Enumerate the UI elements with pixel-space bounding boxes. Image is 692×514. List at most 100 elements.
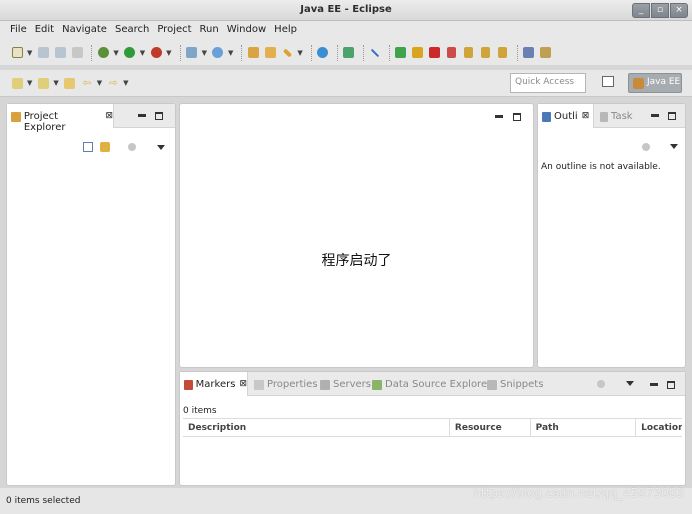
tab-label: Snippets [500,379,544,390]
new-icon[interactable] [10,46,24,60]
minimize-icon[interactable] [651,114,659,117]
resume-icon[interactable] [394,46,408,60]
menu-file[interactable]: File [6,21,31,40]
column-location[interactable]: Locatior [636,419,682,436]
task-list-icon[interactable] [522,46,536,60]
window-controls: _ ▫ × [632,3,688,18]
chevron-down-icon[interactable]: ▼ [123,79,128,87]
chevron-down-icon[interactable]: ▼ [202,49,207,57]
title-bar: Java EE - Eclipse _ ▫ × [0,0,692,21]
project-explorer-icon [11,112,21,122]
chevron-down-icon[interactable]: ▼ [97,79,102,87]
close-icon[interactable]: ⊠ [105,111,113,121]
print-icon[interactable] [70,46,84,60]
chevron-down-icon[interactable]: ▼ [27,79,32,87]
maximize-icon[interactable] [667,381,675,389]
skip-breakpoints-icon[interactable] [368,46,382,60]
status-text: 0 items selected [6,496,81,506]
main-toolbar: ▼ ▼ ▼ ▼ ▼ ▼ ▼ [0,40,692,65]
focus-icon[interactable] [128,143,136,151]
back-icon[interactable]: ⇦ [80,76,94,90]
tab-markers[interactable]: Markers ⊠ [180,372,248,396]
markers-icon [184,380,193,390]
tab-label: Project Explorer [23,111,66,133]
search-icon[interactable] [280,46,294,60]
toolbar-separator [516,44,518,61]
chevron-down-icon[interactable]: ▼ [27,49,32,57]
chevron-down-icon[interactable]: ▼ [228,49,233,57]
disconnect-icon[interactable] [445,46,459,60]
step-into-icon[interactable] [462,46,476,60]
terminate-icon[interactable] [428,46,442,60]
forward-icon[interactable]: ⇨ [106,76,120,90]
minimize-window-button[interactable]: _ [632,3,650,18]
maximize-window-button[interactable]: ▫ [651,3,669,18]
run-icon[interactable] [123,46,137,60]
open-folder-icon[interactable] [263,46,277,60]
chevron-down-icon[interactable]: ▼ [297,49,302,57]
column-description[interactable]: Description [183,419,450,436]
last-edit-icon[interactable] [63,76,77,90]
menu-edit[interactable]: Edit [31,21,58,40]
focus-icon[interactable] [642,143,650,151]
new-server-icon[interactable] [185,46,199,60]
menu-help[interactable]: Help [270,21,301,40]
chevron-down-icon[interactable]: ▼ [140,49,145,57]
maximize-icon[interactable] [668,112,676,120]
annotation-icon[interactable] [10,76,24,90]
step-over-icon[interactable] [479,46,493,60]
menu-bar: File Edit Navigate Search Project Run Wi… [0,21,692,40]
next-annotation-icon[interactable] [36,76,50,90]
close-icon[interactable]: ⊠ [582,111,590,121]
tab-snippets[interactable]: Snippets [483,372,543,396]
step-return-icon[interactable] [496,46,510,60]
use-step-filters-icon[interactable] [539,46,553,60]
tab-project-explorer[interactable]: Project Explorer ⊠ [7,104,114,133]
close-icon[interactable]: ⊠ [239,379,247,389]
toolbar-separator [179,44,181,61]
external-tools-icon[interactable] [149,46,163,60]
menu-project[interactable]: Project [153,21,195,40]
close-window-button[interactable]: × [670,3,688,18]
web-service-icon[interactable] [211,46,225,60]
tab-properties[interactable]: Properties [250,372,318,396]
focus-icon[interactable] [597,380,605,388]
editor-area[interactable]: 程序启动了 [179,103,534,368]
maximize-icon[interactable] [513,113,521,121]
view-menu-icon[interactable] [157,145,165,150]
menu-window[interactable]: Window [223,21,270,40]
maximize-icon[interactable] [155,112,163,120]
suspend-icon[interactable] [411,46,425,60]
link-with-editor-icon[interactable] [100,142,110,152]
tab-task-list[interactable]: Task [596,104,640,128]
menu-search[interactable]: Search [111,21,153,40]
column-resource[interactable]: Resource [450,419,531,436]
open-perspective-icon[interactable] [602,76,616,90]
menu-navigate[interactable]: Navigate [58,21,111,40]
chevron-down-icon[interactable]: ▼ [166,49,171,57]
save-icon[interactable] [36,46,50,60]
minimize-icon[interactable] [495,115,503,118]
tab-outline[interactable]: Outli ⊠ [538,104,594,128]
chevron-down-icon[interactable]: ▼ [113,49,118,57]
globe-icon[interactable] [316,46,330,60]
debug-icon[interactable] [96,46,110,60]
menu-run[interactable]: Run [196,21,223,40]
tab-data-source-explorer[interactable]: Data Source Explorer [368,372,491,396]
view-menu-icon[interactable] [670,144,678,149]
toolbar-separator [336,44,338,61]
quick-access-input[interactable]: Quick Access [510,73,586,93]
open-type-icon[interactable] [246,46,260,60]
minimize-icon[interactable] [138,114,146,117]
view-menu-icon[interactable] [626,381,634,386]
editor-content-text: 程序启动了 [321,253,392,269]
minimize-icon[interactable] [650,383,658,386]
save-all-icon[interactable] [53,46,67,60]
data-source-icon [372,380,382,390]
column-path[interactable]: Path [531,419,637,436]
perspective-java-ee-button[interactable]: Java EE [628,73,682,93]
tab-servers[interactable]: Servers [316,372,371,396]
connect-icon[interactable] [342,46,356,60]
collapse-all-icon[interactable] [83,142,93,152]
chevron-down-icon[interactable]: ▼ [53,79,58,87]
